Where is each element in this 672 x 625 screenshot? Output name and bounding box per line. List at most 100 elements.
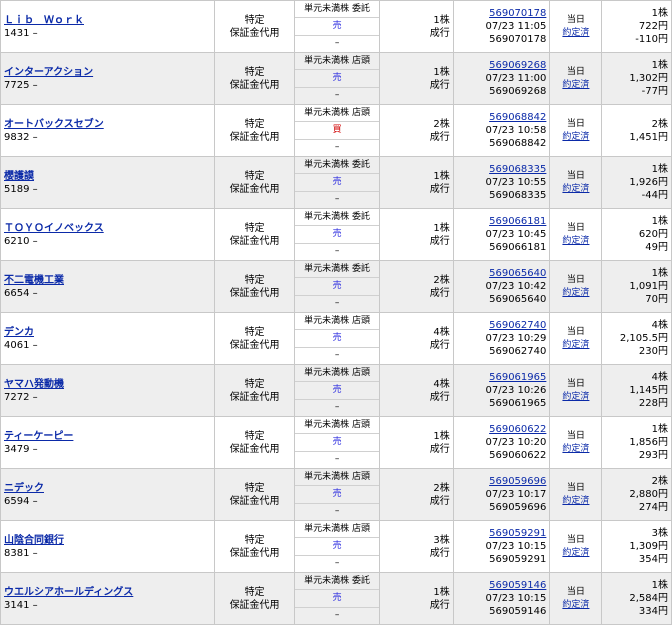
executed-status-link[interactable]: 約定済 <box>562 340 589 350</box>
order-number-link[interactable]: 569070178 <box>489 8 546 19</box>
account-cell: 特定 保証金代用 <box>213 468 296 521</box>
executed-status-link[interactable]: 約定済 <box>562 600 589 610</box>
executed-status-link[interactable]: 約定済 <box>562 28 589 38</box>
execution-cell: 1株 722円 -110円 <box>601 0 672 53</box>
term-cell: 当日 約定済 <box>549 0 603 53</box>
order-number-link[interactable]: 569066181 <box>489 216 546 227</box>
order-number-link[interactable]: 569065640 <box>489 268 546 279</box>
order-number-sub: 569065640 <box>489 294 547 305</box>
executed-price: 1,926円 <box>629 177 668 188</box>
order-term: 当日 <box>566 274 585 285</box>
order-number-cell: 569061965 07/23 10:26 569061965 <box>452 364 551 417</box>
trade-side: 売 <box>295 486 379 504</box>
order-category: 単元未満株 店頭 <box>295 366 379 383</box>
order-number-link[interactable]: 569069268 <box>489 60 546 71</box>
dash-cell: – <box>334 610 340 621</box>
order-number-link[interactable]: 569062740 <box>489 320 546 331</box>
quantity-cell: 2株 成行 <box>378 260 454 313</box>
order-type-cell: 単元未満株 店頭 売 – <box>294 312 380 365</box>
stock-name-link[interactable]: Ｌｉｂ Ｗｏｒｋ <box>4 15 84 26</box>
margin-type: 保証金代用 <box>229 599 280 611</box>
execution-condition: 成行 <box>429 183 450 195</box>
dash-cell: – <box>334 454 340 465</box>
stock-code: 6654 – <box>4 287 38 299</box>
stock-name-link[interactable]: オートバックスセブン <box>4 119 104 130</box>
trade-side: 売 <box>295 382 379 400</box>
trade-side: 売 <box>295 18 379 36</box>
order-number-link[interactable]: 569068335 <box>489 164 546 175</box>
stock-cell: 櫻護謨 5189 – <box>0 156 215 209</box>
quantity-cell: 1株 成行 <box>378 416 454 469</box>
stock-name-link[interactable]: インターアクション <box>4 67 93 78</box>
account-type: 特定 <box>244 14 265 26</box>
stock-name-link[interactable]: ウエルシアホールディングス <box>4 587 133 598</box>
executed-status-link[interactable]: 約定済 <box>562 444 589 454</box>
order-number-link[interactable]: 569059146 <box>489 580 546 591</box>
quantity-cell: 4株 成行 <box>378 364 454 417</box>
order-type-cell: 単元未満株 店頭 買 – <box>294 104 380 157</box>
stock-name-link[interactable]: 櫻護謨 <box>4 171 34 182</box>
order-number-sub: 569066181 <box>489 242 547 253</box>
order-quantity: 4株 <box>433 326 450 338</box>
stock-name-link[interactable]: 不二電機工業 <box>4 275 64 286</box>
account-type: 特定 <box>244 222 265 234</box>
execution-condition: 成行 <box>429 339 450 351</box>
execution-cell: 1株 1,926円 -44円 <box>601 156 672 209</box>
order-number-sub: 569059146 <box>489 606 547 617</box>
stock-name-link[interactable]: ニデック <box>4 483 44 494</box>
profit-loss: 49円 <box>645 242 668 253</box>
quantity-cell: 1株 成行 <box>378 52 454 105</box>
account-cell: 特定 保証金代用 <box>213 104 296 157</box>
stock-cell: 山陰合同銀行 8381 – <box>0 520 215 573</box>
stock-name-link[interactable]: デンカ <box>4 327 34 338</box>
dash-cell: – <box>334 194 340 205</box>
profit-loss: 70円 <box>645 294 668 305</box>
margin-type: 保証金代用 <box>229 27 280 39</box>
margin-type: 保証金代用 <box>229 235 280 247</box>
order-term: 当日 <box>566 482 585 493</box>
executed-quantity: 1株 <box>651 580 668 591</box>
executed-status-link[interactable]: 約定済 <box>562 392 589 402</box>
account-type: 特定 <box>244 430 265 442</box>
executed-quantity: 1株 <box>651 8 668 19</box>
stock-name-link[interactable]: ＴＯＹＯイノベックス <box>4 223 104 234</box>
stock-name-link[interactable]: ヤマハ発動機 <box>4 379 64 390</box>
executed-quantity: 2株 <box>651 476 668 487</box>
order-number-cell: 569062740 07/23 10:29 569062740 <box>452 312 551 365</box>
order-number-cell: 569060622 07/23 10:20 569060622 <box>452 416 551 469</box>
executed-price: 1,091円 <box>629 281 668 292</box>
stock-code: 6210 – <box>4 235 38 247</box>
order-number-link[interactable]: 569059696 <box>489 476 546 487</box>
executed-status-link[interactable]: 約定済 <box>562 496 589 506</box>
stock-name-link[interactable]: ティーケーピー <box>4 431 73 442</box>
account-type: 特定 <box>244 586 265 598</box>
order-number-link[interactable]: 569068842 <box>489 112 546 123</box>
executed-status-link[interactable]: 約定済 <box>562 548 589 558</box>
executed-status-link[interactable]: 約定済 <box>562 184 589 194</box>
order-number-link[interactable]: 569061965 <box>489 372 546 383</box>
account-cell: 特定 保証金代用 <box>213 0 296 53</box>
executed-status-link[interactable]: 約定済 <box>562 80 589 90</box>
stock-name-link[interactable]: 山陰合同銀行 <box>4 535 64 546</box>
order-type-cell: 単元未満株 店頭 売 – <box>294 416 380 469</box>
stock-cell: デンカ 4061 – <box>0 312 215 365</box>
dash-cell: – <box>334 350 340 361</box>
executed-status-link[interactable]: 約定済 <box>562 132 589 142</box>
dash-cell: – <box>334 246 340 257</box>
executed-status-link[interactable]: 約定済 <box>562 236 589 246</box>
stock-cell: Ｌｉｂ Ｗｏｒｋ 1431 – <box>0 0 215 53</box>
order-number-link[interactable]: 569060622 <box>489 424 546 435</box>
order-number-cell: 569068335 07/23 10:55 569068335 <box>452 156 551 209</box>
order-type-cell: 単元未満株 店頭 売 – <box>294 468 380 521</box>
executed-price: 1,309円 <box>629 541 668 552</box>
order-number-link[interactable]: 569059291 <box>489 528 546 539</box>
execution-condition: 成行 <box>429 443 450 455</box>
term-cell: 当日 約定済 <box>549 520 603 573</box>
order-quantity: 3株 <box>433 534 450 546</box>
table-row: 櫻護謨 5189 – 特定 保証金代用 単元未満株 委託 売 – 1株 成行 5… <box>0 156 672 209</box>
order-number-cell: 569059696 07/23 10:17 569059696 <box>452 468 551 521</box>
execution-condition: 成行 <box>429 547 450 559</box>
term-cell: 当日 約定済 <box>549 156 603 209</box>
term-cell: 当日 約定済 <box>549 208 603 261</box>
executed-status-link[interactable]: 約定済 <box>562 288 589 298</box>
